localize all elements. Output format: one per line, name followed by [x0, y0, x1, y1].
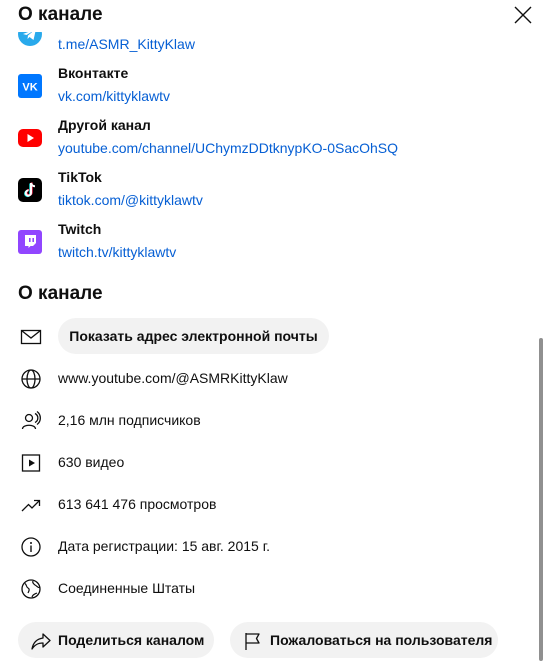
share-icon: [31, 633, 51, 650]
about-panel-body: t.me/ASMR_KittyKlaw VK Вконтакте vk.com/…: [0, 0, 543, 661]
link-url[interactable]: tiktok.com/@kittyklawtv: [58, 192, 203, 208]
channel-url[interactable]: www.youtube.com/@ASMRKittyKlaw: [58, 370, 288, 386]
section-title: О канале: [18, 283, 103, 304]
close-icon[interactable]: [511, 3, 535, 27]
join-date: Дата регистрации: 15 авг. 2015 г.: [58, 538, 270, 554]
link-row-twitch: Twitch twitch.tv/kittyklawtv: [0, 218, 520, 270]
info-row-subscribers: 2,16 млн подписчиков: [0, 400, 520, 440]
share-channel-label: Поделиться каналом: [58, 632, 205, 648]
globe-icon: [21, 369, 41, 389]
info-row-url: www.youtube.com/@ASMRKittyKlaw: [0, 358, 520, 398]
info-row-joined: Дата регистрации: 15 авг. 2015 г.: [0, 526, 520, 566]
link-row-other-channel: Другой канал youtube.com/channel/UChymzD…: [0, 114, 520, 166]
report-user-button[interactable]: Пожаловаться на пользователя: [230, 622, 498, 658]
mail-icon: [20, 329, 42, 345]
link-name: Другой канал: [58, 117, 151, 133]
dialog-header: О канале: [0, 0, 543, 32]
info-row-country: Соединенные Штаты: [0, 568, 520, 608]
subscriber-count: 2,16 млн подписчиков: [58, 412, 201, 428]
link-name: Вконтакте: [58, 65, 129, 81]
twitch-icon: [18, 230, 42, 254]
show-email-button[interactable]: Показать адрес электронной почты: [58, 318, 329, 354]
report-user-label: Пожаловаться на пользователя: [270, 632, 493, 648]
info-row-videos: 630 видео: [0, 442, 520, 482]
show-email-label: Показать адрес электронной почты: [69, 328, 318, 344]
link-row-vk: VK Вконтакте vk.com/kittyklawtv: [0, 62, 520, 114]
info-row-email: Показать адрес электронной почты: [0, 316, 520, 356]
link-url[interactable]: youtube.com/channel/UChymzDDtknypKO-0Sac…: [58, 140, 398, 156]
link-name: TikTok: [58, 169, 102, 185]
country-globe-icon: [21, 579, 41, 599]
country: Соединенные Штаты: [58, 580, 196, 596]
link-name: Twitch: [58, 221, 102, 237]
share-channel-button[interactable]: Поделиться каналом: [18, 622, 214, 658]
tiktok-icon: [18, 178, 42, 202]
video-count: 630 видео: [58, 454, 125, 470]
flag-icon: [245, 633, 260, 650]
link-url[interactable]: vk.com/kittyklawtv: [58, 88, 170, 104]
link-row-tiktok: TikTok tiktok.com/@kittyklawtv: [0, 166, 520, 218]
scrollbar[interactable]: [539, 338, 543, 661]
info-row-views: 613 641 476 просмотров: [0, 484, 520, 524]
link-url[interactable]: twitch.tv/kittyklawtv: [58, 244, 176, 260]
svg-text:VK: VK: [22, 82, 37, 94]
trending-up-icon: [21, 499, 41, 512]
view-count: 613 641 476 просмотров: [58, 496, 217, 512]
subscribers-icon: [21, 410, 41, 430]
video-icon: [21, 454, 41, 472]
youtube-icon: [18, 129, 42, 147]
info-icon: [21, 537, 41, 557]
dialog-title: О канале: [18, 4, 103, 25]
link-url[interactable]: t.me/ASMR_KittyKlaw: [58, 36, 195, 52]
vk-icon: VK: [18, 74, 42, 98]
